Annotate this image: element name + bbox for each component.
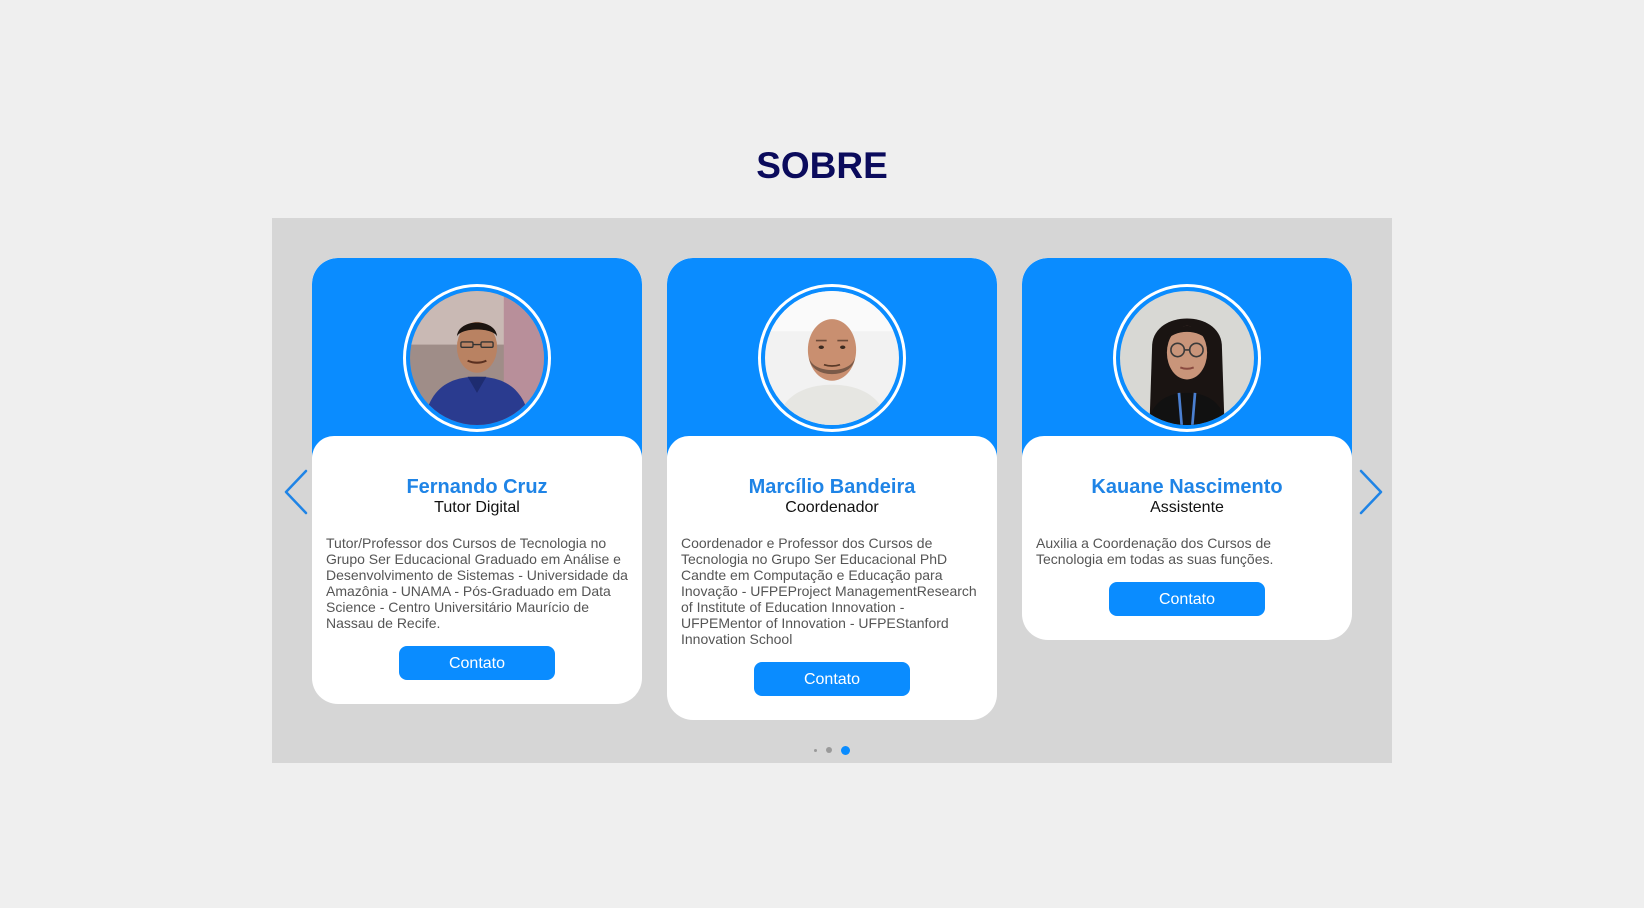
pagination-dot-1[interactable] <box>814 748 817 752</box>
avatar-ring <box>403 284 551 432</box>
chevron-left-icon <box>284 469 308 515</box>
photo-of-woman-with-glasses <box>1120 291 1254 425</box>
person-bio: Coordenador e Professor dos Cursos de Te… <box>681 535 977 647</box>
pagination-dot-3-active[interactable] <box>841 745 850 755</box>
avatar-ring <box>758 284 906 432</box>
carousel-next-button[interactable] <box>1355 468 1385 516</box>
team-card-fernando-cruz: Fernando Cruz Tutor Digital Tutor/Profes… <box>312 258 642 704</box>
card-header <box>1022 258 1352 459</box>
pagination-dot-2[interactable] <box>826 747 832 753</box>
person-bio: Auxilia a Coordenação dos Cursos de Tecn… <box>1036 535 1274 567</box>
contact-button[interactable]: Contato <box>754 662 910 696</box>
avatar <box>410 291 544 425</box>
section-title: SOBRE <box>756 145 888 186</box>
carousel-pagination <box>272 745 1392 755</box>
person-name: Marcílio Bandeira <box>748 476 916 498</box>
card-header <box>312 258 642 459</box>
carousel-prev-button[interactable] <box>282 468 312 516</box>
contact-button[interactable]: Contato <box>399 646 555 680</box>
avatar <box>1120 291 1254 425</box>
person-role: Coordenador <box>785 499 879 516</box>
contact-button[interactable]: Contato <box>1109 582 1265 616</box>
person-name: Fernando Cruz <box>406 476 548 498</box>
photo-of-bald-man-with-beard <box>765 291 899 425</box>
person-role: Assistente <box>1150 499 1224 516</box>
avatar <box>765 291 899 425</box>
photo-of-man-in-blue-shirt <box>410 291 544 425</box>
team-card-marcilio-bandeira: Marcílio Bandeira Coordenador Coordenado… <box>667 258 997 720</box>
person-name: Kauane Nascimento <box>1091 476 1283 498</box>
person-role: Tutor Digital <box>434 499 520 516</box>
person-bio: Tutor/Professor dos Cursos de Tecnologia… <box>326 535 628 631</box>
card-header <box>667 258 997 459</box>
chevron-right-icon <box>1359 469 1383 515</box>
team-card-kauane-nascimento: Kauane Nascimento Assistente Auxilia a C… <box>1022 258 1352 640</box>
team-carousel: Fernando Cruz Tutor Digital Tutor/Profes… <box>272 218 1392 763</box>
avatar-ring <box>1113 284 1261 432</box>
